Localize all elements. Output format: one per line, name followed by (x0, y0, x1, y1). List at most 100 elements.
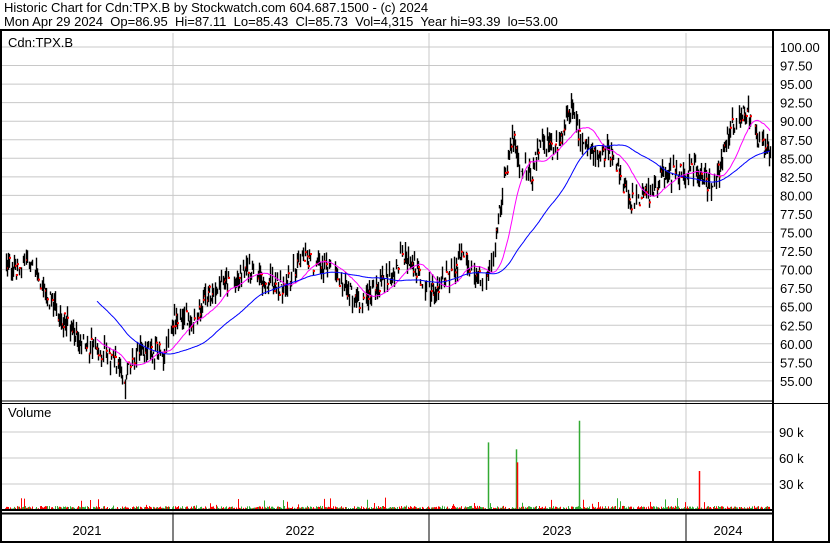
price-tick-label: 92.50 (780, 96, 813, 111)
close-tick (629, 198, 631, 201)
close-tick (505, 171, 507, 174)
close-tick (511, 145, 513, 148)
symbol-label: Cdn:TPX.B (8, 35, 73, 50)
volume-bars (5, 420, 771, 510)
close-tick (680, 164, 682, 167)
close-tick (532, 179, 534, 182)
close-tick (691, 163, 693, 166)
close-tick (115, 356, 117, 359)
close-tick (194, 317, 196, 320)
close-tick (359, 307, 361, 310)
close-tick (47, 298, 49, 301)
close-tick (616, 169, 618, 172)
close-tick (40, 287, 42, 290)
close-tick (265, 282, 267, 285)
ma-short-line (96, 119, 771, 366)
close-tick (304, 259, 306, 262)
close-tick (413, 270, 415, 273)
price-tick-label: 100.00 (780, 40, 820, 55)
close-tick (368, 297, 370, 300)
close-tick (641, 196, 643, 199)
close-tick (706, 177, 708, 180)
close-tick (514, 133, 516, 136)
price-tick-label: 55.00 (780, 374, 813, 389)
close-tick (52, 299, 54, 302)
price-tick-label: 97.50 (780, 59, 813, 74)
close-tick (177, 322, 179, 325)
close-tick (339, 285, 341, 288)
close-tick (198, 316, 200, 319)
close-tick (16, 273, 18, 276)
close-tick (109, 352, 111, 355)
close-tick (275, 282, 277, 285)
close-tick (538, 151, 540, 154)
close-tick (466, 252, 468, 255)
year-label: 2024 (714, 523, 743, 538)
close-tick (507, 171, 509, 174)
close-tick (308, 265, 310, 268)
close-tick (438, 290, 440, 293)
close-tick (379, 290, 381, 293)
close-tick (274, 290, 276, 293)
close-tick (730, 126, 732, 129)
close-tick (763, 138, 765, 141)
price-tick-label: 62.50 (780, 318, 813, 333)
volume-axis: 90 k 60 k 30 k (779, 425, 804, 492)
close-tick (363, 296, 365, 299)
close-tick (451, 268, 453, 271)
close-tick (38, 278, 40, 281)
volume-tick-label: 30 k (779, 477, 804, 492)
close-tick (398, 267, 400, 270)
close-tick (175, 324, 177, 327)
close-tick (579, 129, 581, 132)
close-tick (239, 276, 241, 279)
close-tick (603, 148, 605, 151)
close-tick (419, 269, 421, 272)
close-tick (446, 271, 448, 274)
close-tick (307, 255, 309, 258)
close-tick (718, 163, 720, 166)
price-tick-label: 65.00 (780, 300, 813, 315)
close-tick (101, 358, 103, 361)
close-tick (326, 263, 328, 266)
close-tick (132, 357, 134, 360)
close-tick (455, 271, 457, 274)
price-tick-label: 67.50 (780, 281, 813, 296)
close-tick (91, 337, 93, 340)
price-tick-label: 60.00 (780, 337, 813, 352)
price-tick-label: 90.00 (780, 114, 813, 129)
year-label: 2021 (73, 523, 102, 538)
close-tick (248, 271, 250, 274)
price-tick-label: 77.50 (780, 207, 813, 222)
close-tick (313, 269, 315, 272)
close-tick (456, 263, 458, 266)
close-tick (63, 326, 65, 329)
close-tick (19, 267, 21, 270)
close-tick (623, 191, 625, 194)
price-tick-label: 57.50 (780, 355, 813, 370)
close-tick (337, 278, 339, 281)
close-tick (288, 272, 290, 275)
close-tick (134, 362, 136, 365)
close-tick (106, 349, 108, 352)
close-tick (156, 341, 158, 344)
volume-tick-label: 90 k (779, 425, 804, 440)
close-tick (750, 115, 752, 118)
close-tick (418, 266, 420, 269)
close-tick (64, 312, 66, 315)
close-tick (560, 141, 562, 144)
close-tick (604, 158, 606, 161)
close-tick (111, 354, 113, 357)
close-tick (420, 283, 422, 286)
close-tick (469, 270, 471, 273)
close-tick (199, 305, 201, 308)
close-tick (159, 343, 161, 346)
price-tick-label: 72.50 (780, 244, 813, 259)
close-tick (310, 253, 312, 256)
close-tick (631, 208, 633, 211)
close-tick (98, 354, 100, 357)
price-tick-label: 95.00 (780, 77, 813, 92)
close-tick (461, 250, 463, 253)
price-tick-label: 87.50 (780, 133, 813, 148)
close-tick (431, 290, 433, 293)
